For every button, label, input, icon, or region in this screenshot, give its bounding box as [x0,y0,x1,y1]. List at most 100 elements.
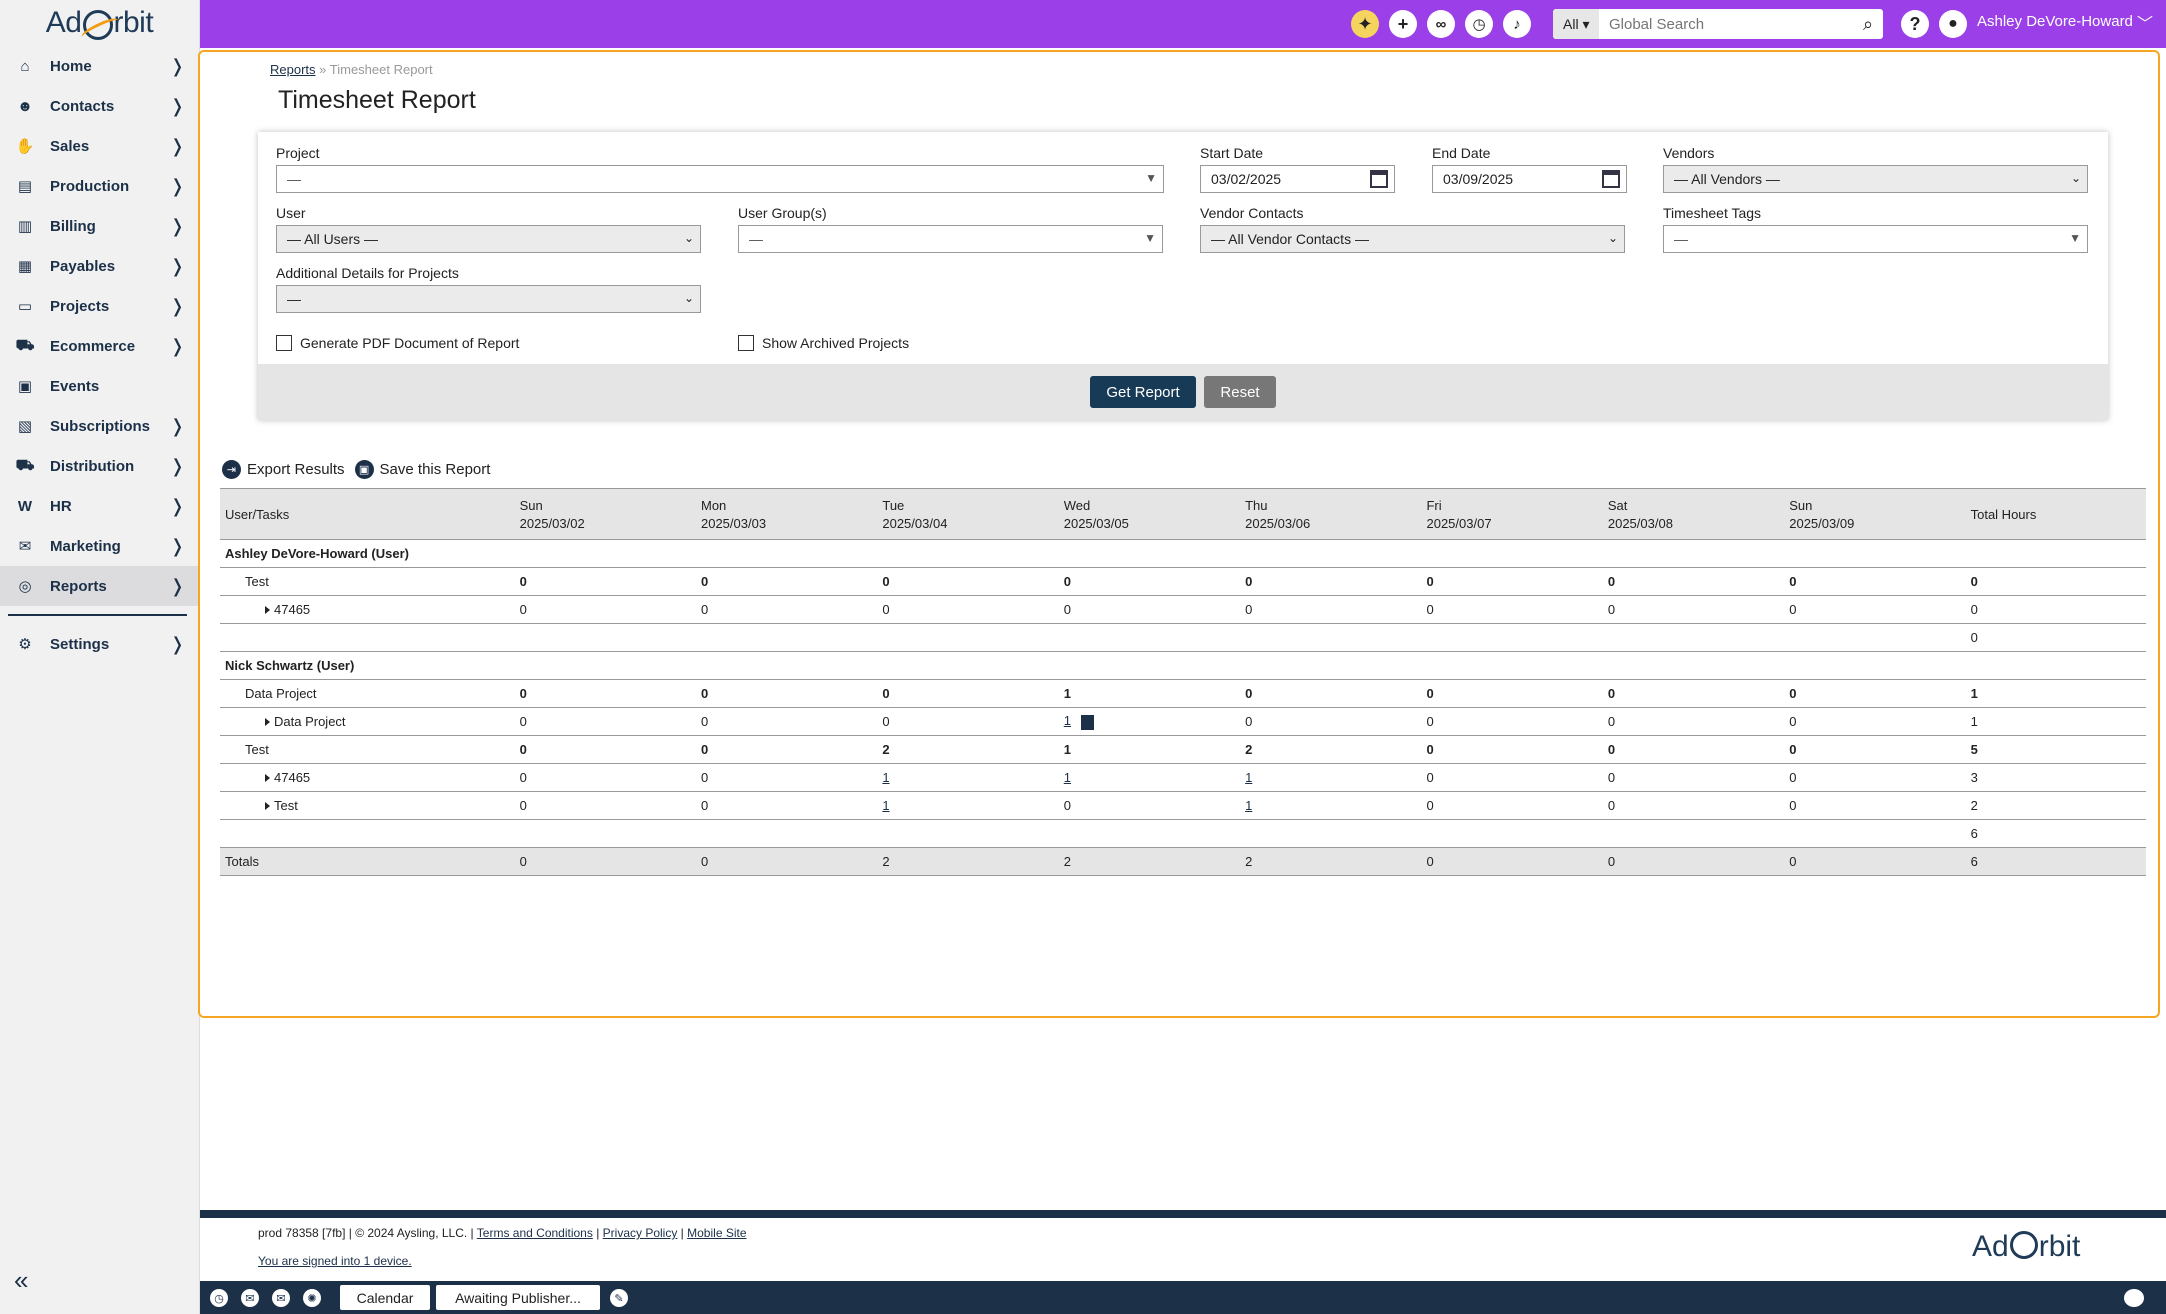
row-label-cell[interactable]: 47465 [220,595,515,624]
user-select[interactable]: — All Users — ⌄ [276,225,701,253]
save-report-link[interactable]: ▣ Save this Report [354,460,490,479]
row-label-cell[interactable]: 47465 [220,763,515,792]
generate-pdf-checkbox[interactable]: Generate PDF Document of Report [276,335,519,351]
hours-cell[interactable]: 1 [877,763,1059,792]
footer-logo: Ad rbit [1972,1228,2080,1264]
table-row: 47465 0 0 1 1 1 0 0 0 3 [220,763,2146,792]
show-archived-checkbox[interactable]: Show Archived Projects [738,335,909,351]
hours-value: 0 [700,770,709,785]
breadcrumb-reports-link[interactable]: Reports [270,62,316,77]
calendar-icon[interactable] [1602,170,1620,188]
row-label-cell[interactable]: Data Project [220,707,515,736]
column-date: 2025/03/09 [1789,516,1855,531]
vendors-select[interactable]: — All Vendors — ⌄ [1663,165,2088,193]
sidebar-item-hr[interactable]: W HR ❭ [0,486,199,526]
expand-triangle-icon[interactable] [265,606,270,614]
sidebar-item-projects[interactable]: ▭ Projects ❭ [0,286,199,326]
search-input[interactable] [1599,10,1853,38]
link-icon[interactable]: ∞ [1427,10,1455,38]
chevron-down-icon[interactable]: ﹀ [2137,10,2153,34]
row-label-cell[interactable]: Test [220,791,515,820]
additional-details-select[interactable]: — ⌄ [276,285,701,313]
hours-cell: 6 [1965,847,2146,876]
avatar-icon[interactable]: ● [1939,10,1967,38]
sidebar-item-production[interactable]: ▤ Production ❭ [0,166,199,206]
end-date-input[interactable]: 03/09/2025 [1432,165,1627,193]
start-date-input[interactable]: 03/02/2025 [1200,165,1395,193]
awaiting-publisher-tab[interactable]: Awaiting Publisher... [436,1285,600,1310]
sidebar-item-billing[interactable]: ▥ Billing ❭ [0,206,199,246]
hours-cell [1240,819,1422,848]
user-groups-select[interactable]: — ▼ [738,225,1163,253]
timesheet-tags-select[interactable]: — ▼ [1663,225,2088,253]
search-scope-select[interactable]: All ▾ [1553,9,1599,39]
sidebar-item-settings[interactable]: ⚙ Settings ❭ [0,624,199,664]
sidebar-item-label: Billing [50,217,96,235]
user-name[interactable]: Ashley DeVore-Howard [1977,13,2133,30]
hours-value: 2 [1245,854,1253,869]
clock-icon[interactable]: ◷ [210,1289,228,1307]
toggle-icon[interactable] [2124,1289,2144,1307]
export-results-link[interactable]: ⇥ Export Results [222,460,345,479]
hours-cell [877,539,1059,568]
hours-cell[interactable]: 1 [1240,763,1422,792]
terms-link[interactable]: Terms and Conditions [477,1226,593,1240]
expand-triangle-icon[interactable] [265,774,270,782]
help-icon[interactable]: ? [1901,10,1929,38]
calendar-tab[interactable]: Calendar [340,1285,430,1310]
sidebar-item-sales[interactable]: ✋ Sales ❭ [0,126,199,166]
row-label: Ashley DeVore-Howard (User) [225,546,409,561]
hours-link[interactable]: 1 [1064,770,1071,785]
party-icon[interactable]: ✦ [1351,10,1379,38]
chat-icon[interactable]: ✉ [272,1289,290,1307]
mobile-site-link[interactable]: Mobile Site [687,1226,746,1240]
hours-link[interactable]: 1 [1064,713,1071,728]
bell-icon[interactable]: ♪ [1503,10,1531,38]
mail-icon[interactable]: ✉ [241,1289,259,1307]
checkbox-box[interactable] [276,335,292,351]
hours-link[interactable]: 1 [1245,798,1252,813]
row-label: Data Project [274,714,346,729]
collapse-sidebar-icon[interactable]: « [14,1265,28,1296]
hours-cell[interactable]: 1 [1058,707,1241,736]
sidebar-item-subscriptions[interactable]: ▧ Subscriptions ❭ [0,406,199,446]
sidebar-item-distribution[interactable]: ⛟ Distribution ❭ [0,446,199,486]
expand-triangle-icon[interactable] [265,802,270,810]
sidebar-item-ecommerce[interactable]: ⛟ Ecommerce ❭ [0,326,199,366]
sidebar-item-events[interactable]: ▣ Events [0,366,199,406]
reset-button[interactable]: Reset [1204,376,1276,408]
breadcrumb-separator: » [319,62,327,77]
signed-in-devices-link[interactable]: You are signed into 1 device. [258,1254,412,1268]
add-icon[interactable]: + [1389,10,1417,38]
production-icon: ▤ [17,178,33,195]
expand-triangle-icon[interactable] [265,718,270,726]
apps-icon[interactable]: ✺ [303,1289,321,1307]
hours-cell[interactable]: 1 [877,791,1059,820]
sidebar-item-reports[interactable]: ◎ Reports ❭ [0,566,199,606]
hours-cell[interactable]: 1 [1058,763,1241,792]
calendar-icon[interactable] [1370,170,1388,188]
get-report-button[interactable]: Get Report [1090,376,1196,408]
checkbox-box[interactable] [738,335,754,351]
hours-link[interactable]: 1 [882,798,889,813]
sidebar-item-marketing[interactable]: ✉ Marketing ❭ [0,526,199,566]
hours-link[interactable]: 1 [882,770,889,785]
adorbit-logo[interactable]: Ad rbit [0,0,199,46]
sidebar-item-home[interactable]: ⌂ Home ❭ [0,46,199,86]
history-icon[interactable]: ◷ [1465,10,1493,38]
edit-icon[interactable]: ✎ [610,1289,628,1307]
hours-link[interactable]: 1 [1245,770,1252,785]
hours-value: 0 [1426,854,1434,869]
privacy-link[interactable]: Privacy Policy [603,1226,678,1240]
chevron-right-icon: ❭ [169,175,185,196]
sidebar-item-contacts[interactable]: ☻ Contacts ❭ [0,86,199,126]
hours-cell: 0 [514,567,696,596]
search-icon[interactable]: ⌕ [1853,14,1883,35]
sidebar-item-payables[interactable]: ▦ Payables ❭ [0,246,199,286]
vendor-contacts-select[interactable]: — All Vendor Contacts — ⌄ [1200,225,1625,253]
project-select[interactable]: — ▼ [276,165,1164,193]
document-icon[interactable] [1080,714,1094,730]
main-content: Reports » Timesheet Report Timesheet Rep… [198,50,2160,1018]
hours-cell[interactable]: 1 [1240,791,1422,820]
hours-value: 0 [1426,714,1434,729]
